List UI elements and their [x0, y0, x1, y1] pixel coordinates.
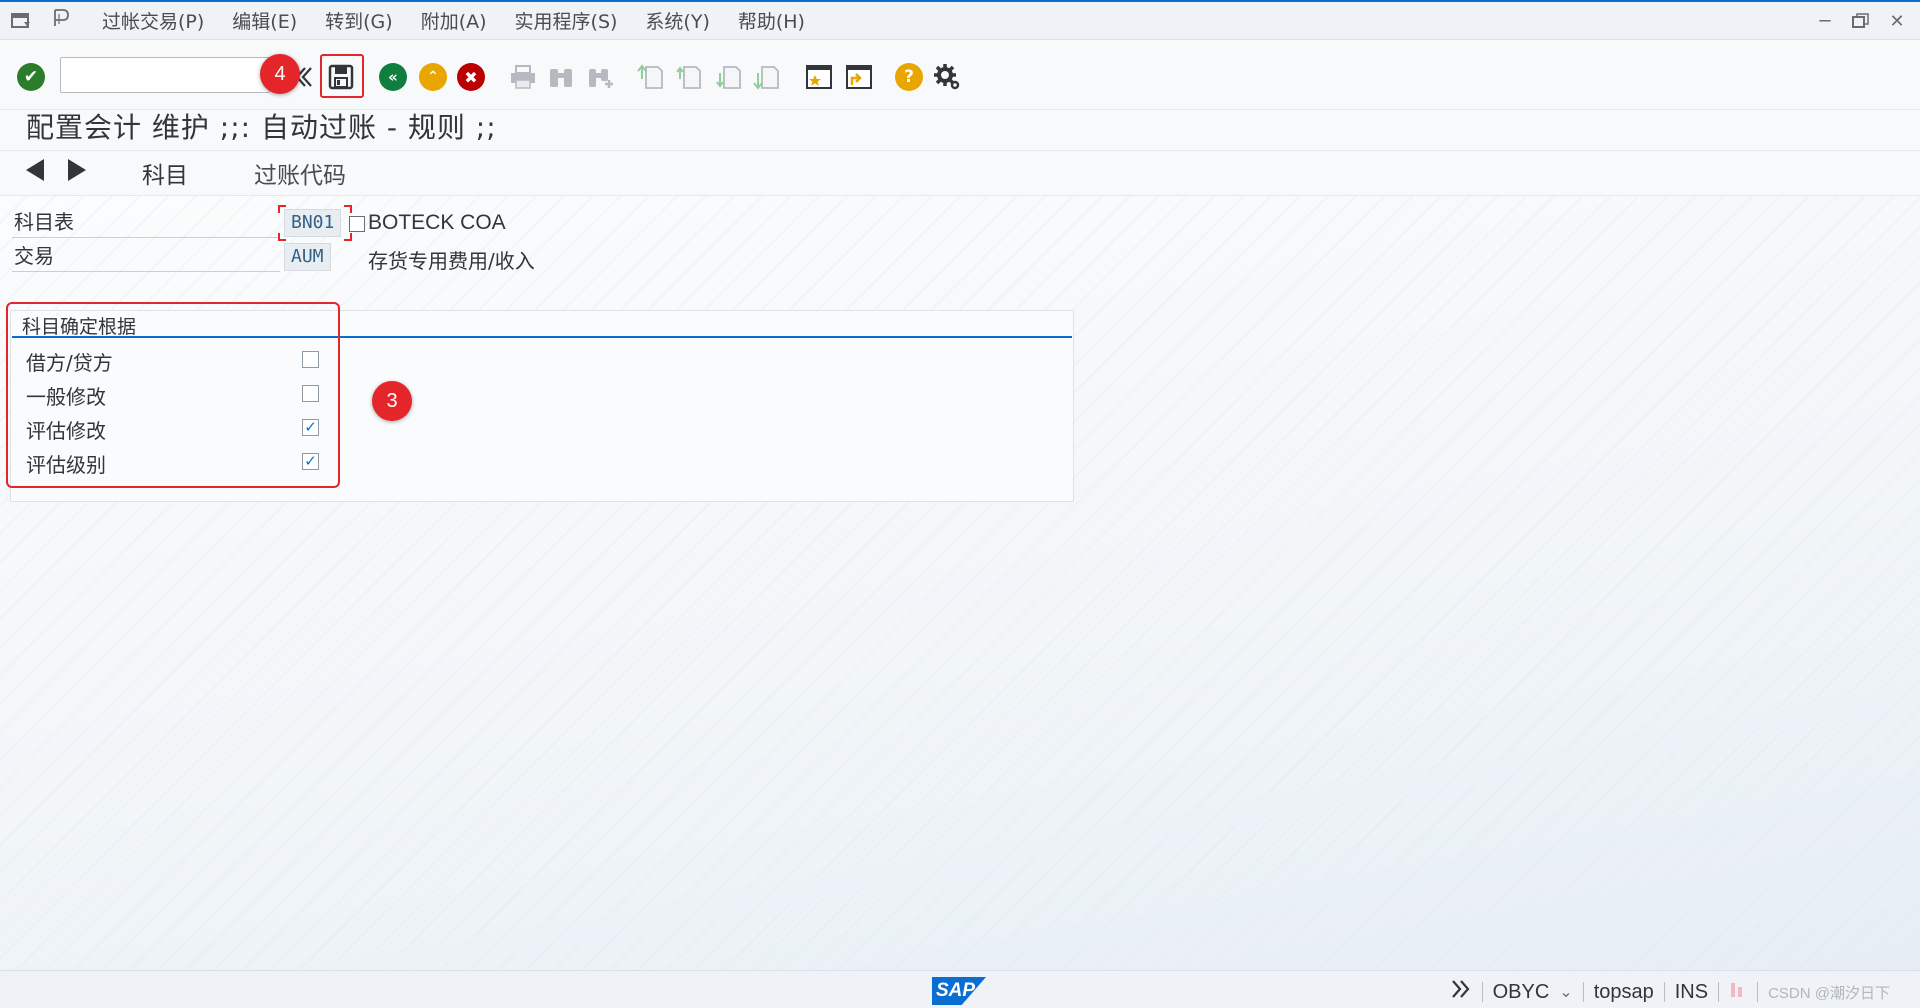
back-button[interactable]: «: [376, 60, 410, 94]
previous-entry-button[interactable]: [20, 157, 50, 190]
next-page-icon: [716, 66, 741, 89]
sap-logo: SAP: [932, 977, 986, 1005]
previous-page-button[interactable]: [672, 60, 706, 94]
find-button[interactable]: [544, 60, 578, 94]
window-controls: ─ ✕: [1812, 8, 1910, 34]
cancel-icon: ✖: [457, 63, 485, 91]
transaction-code: OBYC: [1492, 980, 1550, 1003]
navigation-bar: 科目 过账代码: [0, 150, 1920, 196]
print-icon: [511, 65, 535, 89]
sap-gui-p-icon[interactable]: [50, 7, 74, 34]
create-session-button[interactable]: [802, 60, 836, 94]
restore-icon[interactable]: [1848, 8, 1874, 34]
print-button[interactable]: [506, 60, 540, 94]
gear-icon: [934, 64, 960, 90]
tab-accounts[interactable]: 科目: [142, 156, 188, 190]
chart-of-accounts-field[interactable]: BN01: [284, 209, 342, 237]
binoculars-icon: [550, 69, 572, 87]
command-field[interactable]: [60, 57, 270, 93]
menu-help[interactable]: 帮助(H): [738, 7, 805, 34]
group-highlight-box: [6, 302, 340, 488]
exit-icon: ⌃: [419, 63, 447, 91]
minimize-icon[interactable]: ─: [1812, 8, 1838, 34]
cancel-button[interactable]: ✖: [454, 60, 488, 94]
shortcut-icon: [846, 65, 872, 89]
focus-corner-br: [344, 233, 352, 241]
status-separator: [1582, 982, 1584, 1002]
close-window-icon[interactable]: ✕: [1884, 8, 1910, 34]
status-bar: SAP OBYC ⌄ topsap INS CSDN @潮汐日下: [0, 970, 1920, 1008]
menu-bar: 过帐交易(P) 编辑(E) 转到(G) 附加(A) 实用程序(S) 系统(Y) …: [0, 2, 1920, 40]
system-dropdown-icon[interactable]: ⌄: [1559, 982, 1572, 1002]
next-entry-button[interactable]: [62, 157, 92, 190]
enter-button[interactable]: ✔: [14, 60, 48, 94]
status-separator: [1481, 982, 1483, 1002]
transaction-label: 交易: [12, 242, 280, 272]
status-separator: [1757, 982, 1759, 1002]
focus-corner-bl: [278, 233, 286, 241]
focus-corner-tr: [344, 205, 352, 213]
page-title: 配置会计 维护 ;;: 自动过账 - 规则 ;;: [26, 111, 497, 144]
annotation-marker-4: 4: [260, 54, 300, 94]
transaction-field: AUM: [284, 243, 331, 271]
chart-of-accounts-description: BOTECK COA: [368, 211, 506, 234]
next-page-button[interactable]: [712, 60, 746, 94]
status-info: OBYC ⌄ topsap INS CSDN @潮汐日下: [1450, 979, 1890, 1005]
find-next-button[interactable]: [584, 60, 618, 94]
shortcut-button[interactable]: [842, 60, 876, 94]
first-page-icon: [637, 64, 663, 89]
find-next-icon: [589, 69, 613, 88]
previous-page-icon: [676, 66, 701, 89]
menu-goto[interactable]: 转到(G): [325, 7, 393, 34]
new-session-icon: [806, 65, 832, 89]
customize-layout-button[interactable]: [930, 60, 964, 94]
app-menu-icon[interactable]: [10, 10, 32, 32]
menu-utilities[interactable]: 实用程序(S): [515, 7, 618, 34]
exit-button[interactable]: ⌃: [416, 60, 450, 94]
last-page-button[interactable]: [750, 60, 784, 94]
save-button-highlight: [320, 54, 364, 98]
triangle-right-icon: [68, 158, 86, 181]
expand-status-icon[interactable]: [1450, 979, 1472, 1005]
last-page-icon: [753, 66, 779, 90]
chart-of-accounts-label: 科目表: [12, 208, 280, 238]
focus-corner-tl: [278, 205, 286, 213]
menu-edit[interactable]: 编辑(E): [232, 7, 297, 34]
performance-icon: [1729, 979, 1747, 1005]
annotation-marker-3: 3: [372, 381, 412, 421]
tab-posting-keys[interactable]: 过账代码: [254, 156, 346, 190]
checkmark-icon: ✔: [17, 63, 45, 91]
value-help-icon[interactable]: [349, 216, 365, 232]
back-icon: «: [379, 63, 407, 91]
first-page-button[interactable]: [634, 60, 668, 94]
transaction-description: 存货专用费用/收入: [368, 249, 535, 273]
status-separator: [1718, 982, 1720, 1002]
help-button[interactable]: ?: [892, 60, 926, 94]
input-mode[interactable]: INS: [1675, 981, 1708, 1004]
menu-system[interactable]: 系统(Y): [645, 7, 709, 34]
server-name: topsap: [1593, 980, 1654, 1003]
status-separator: [1663, 982, 1665, 1002]
menu-posting[interactable]: 过帐交易(P): [102, 7, 204, 34]
help-icon: ?: [895, 63, 923, 91]
watermark-text: CSDN @潮汐日下: [1768, 984, 1890, 1002]
triangle-left-icon: [26, 158, 44, 181]
menu-extras[interactable]: 附加(A): [421, 7, 487, 34]
